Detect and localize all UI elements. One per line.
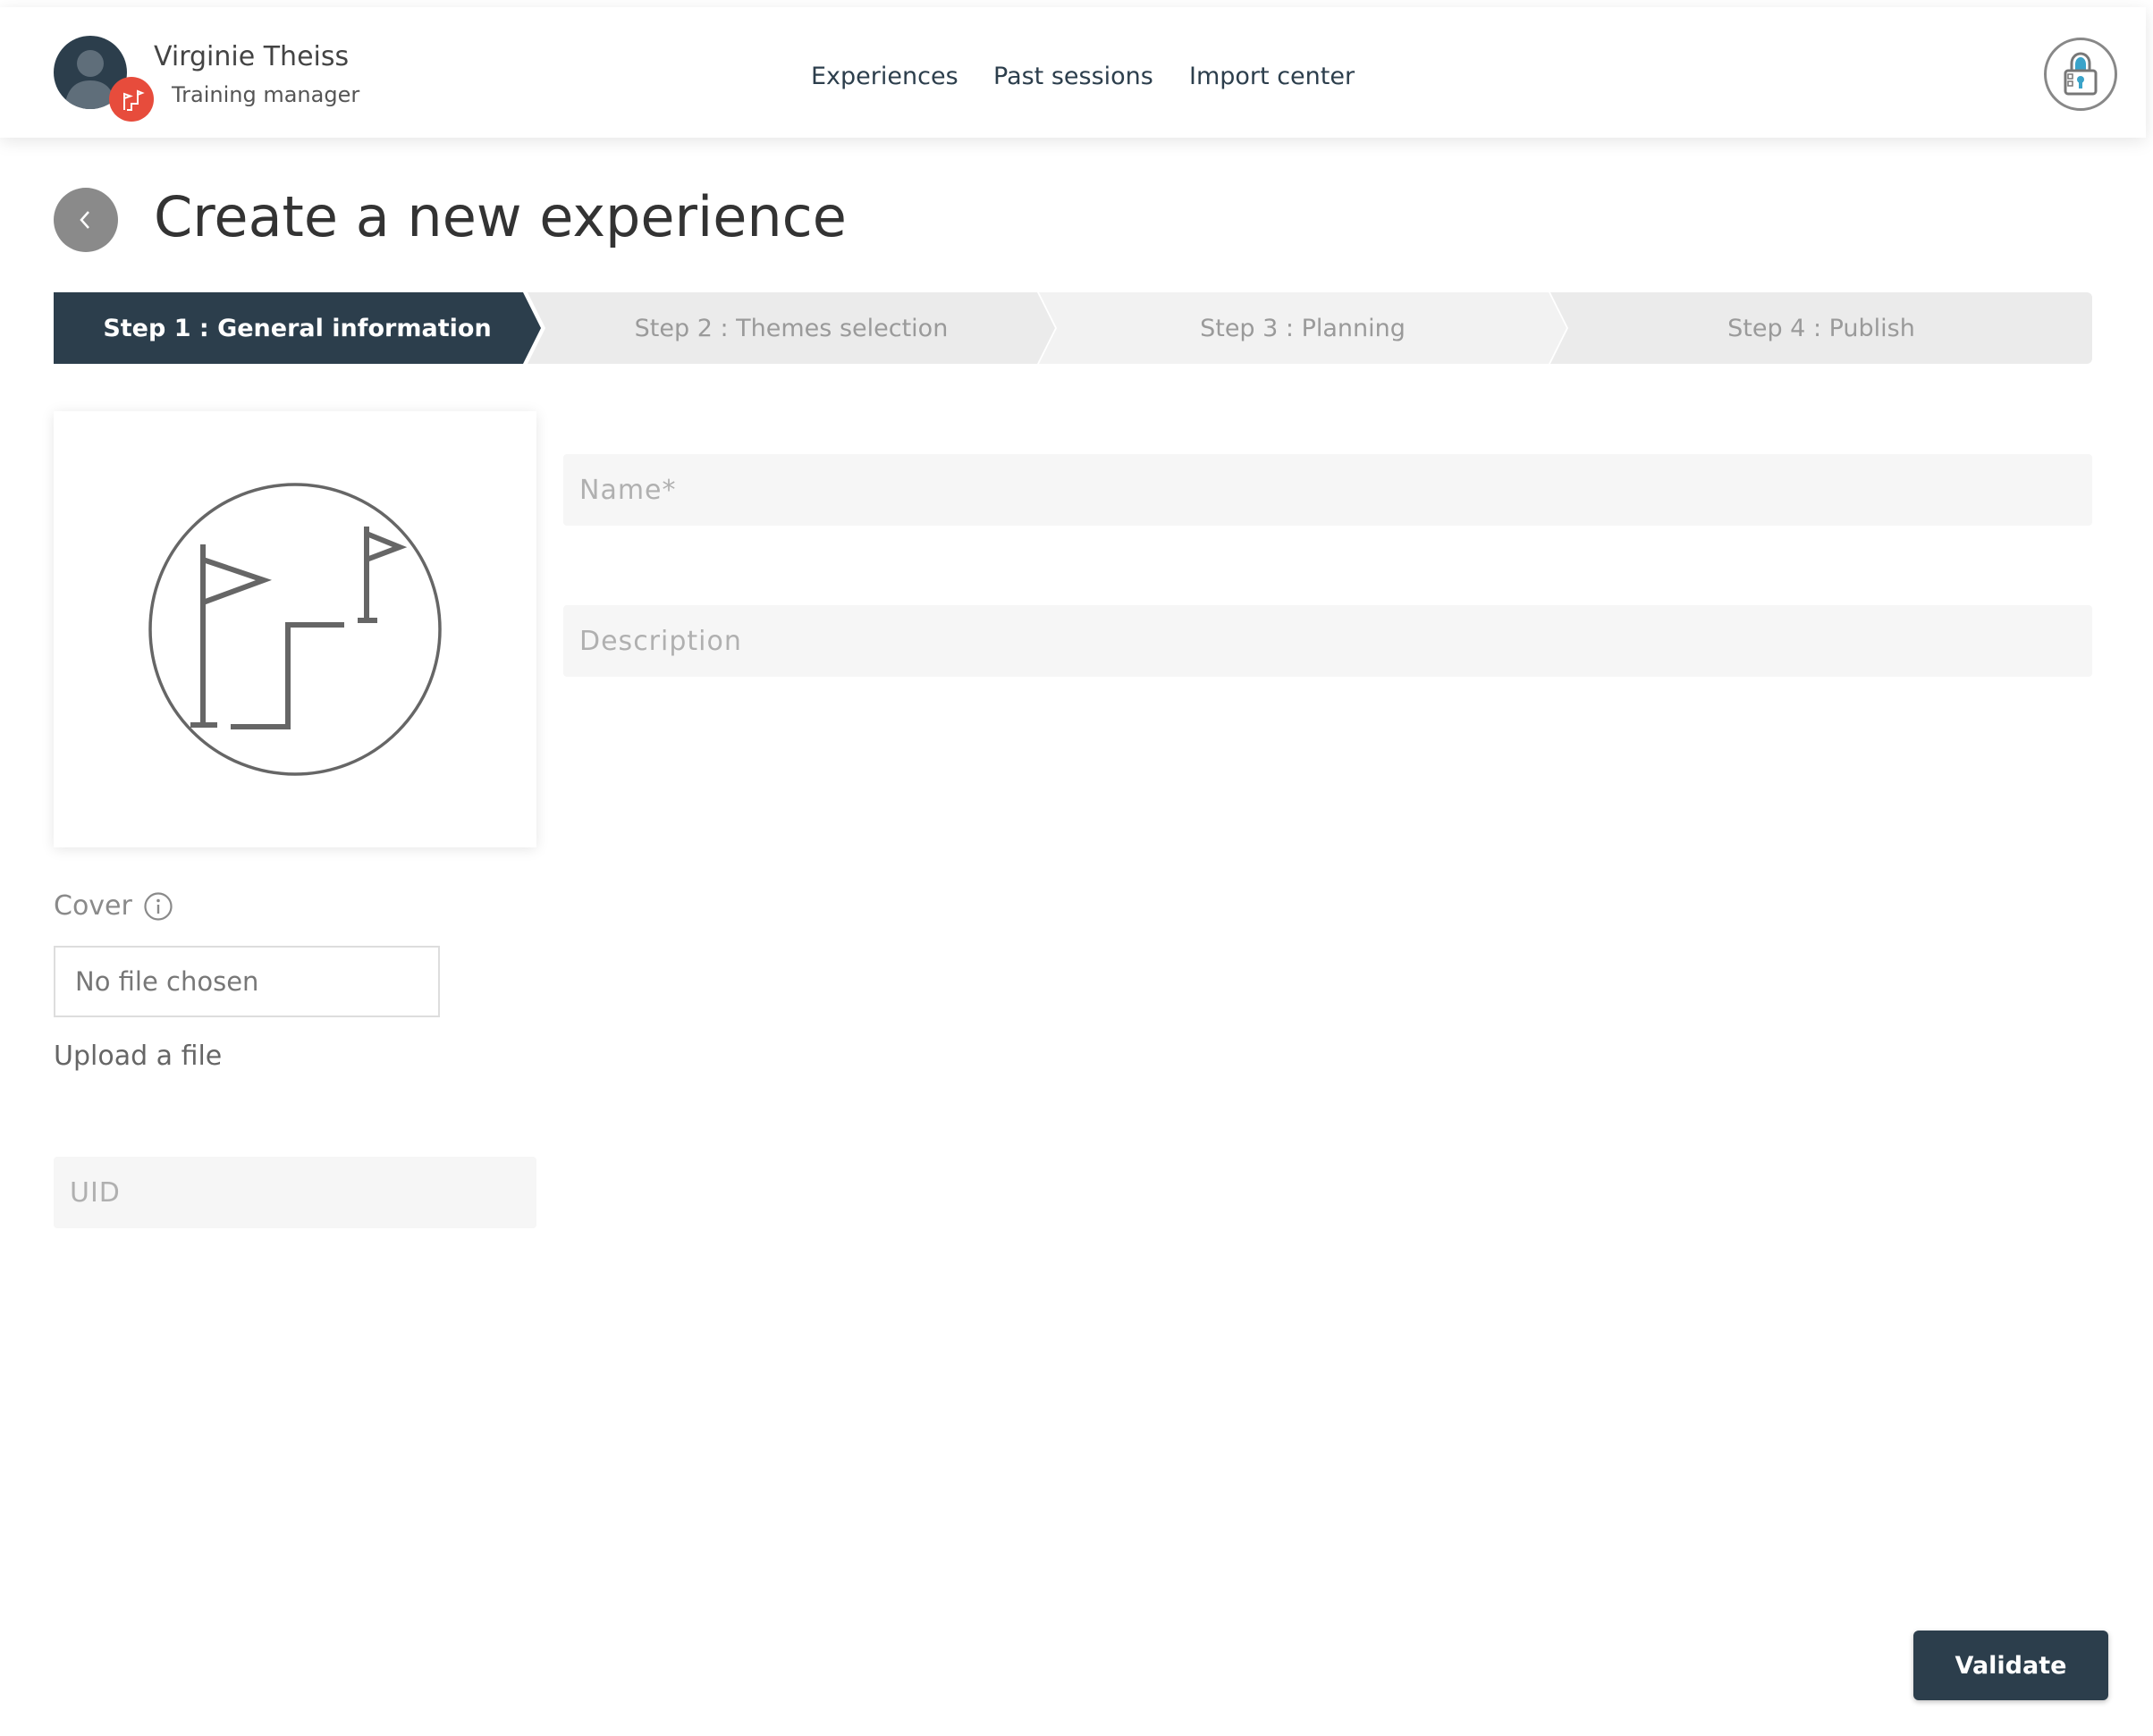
- cover-label: Cover: [54, 890, 173, 922]
- nav-past-sessions[interactable]: Past sessions: [993, 63, 1153, 90]
- stepper: Step 1 : General information Step 2 : Th…: [54, 292, 2092, 364]
- chevron-left-icon: [80, 211, 89, 229]
- step-planning[interactable]: Step 3 : Planning: [1039, 292, 1566, 364]
- step-themes-selection[interactable]: Step 2 : Themes selection: [528, 292, 1055, 364]
- step-general-information[interactable]: Step 1 : General information: [54, 292, 541, 364]
- role-badge: [109, 77, 154, 122]
- file-chooser[interactable]: No file chosen: [54, 946, 440, 1017]
- cover-label-text: Cover: [54, 890, 132, 922]
- back-button[interactable]: [54, 188, 118, 252]
- page-title: Create a new experience: [154, 184, 847, 249]
- account-lock-button[interactable]: [2044, 38, 2117, 111]
- user-name: Virginie Theiss: [154, 41, 350, 72]
- name-input[interactable]: [563, 454, 2092, 526]
- user-role: Training manager: [172, 82, 360, 107]
- flags-steps-icon: [148, 483, 442, 776]
- uid-input[interactable]: [54, 1157, 536, 1228]
- nav-import-center[interactable]: Import center: [1189, 63, 1355, 90]
- top-header: Virginie Theiss Training manager Experie…: [0, 7, 2146, 138]
- lock-icon: [2064, 52, 2098, 96]
- validate-button[interactable]: Validate: [1913, 1631, 2108, 1700]
- info-icon[interactable]: [143, 891, 173, 922]
- cover-preview[interactable]: [54, 411, 536, 847]
- nav-experiences[interactable]: Experiences: [811, 63, 958, 90]
- upload-file-link[interactable]: Upload a file: [54, 1041, 222, 1072]
- description-input[interactable]: [563, 605, 2092, 677]
- flags-icon: [123, 89, 145, 111]
- step-publish[interactable]: Step 4 : Publish: [1550, 292, 2092, 364]
